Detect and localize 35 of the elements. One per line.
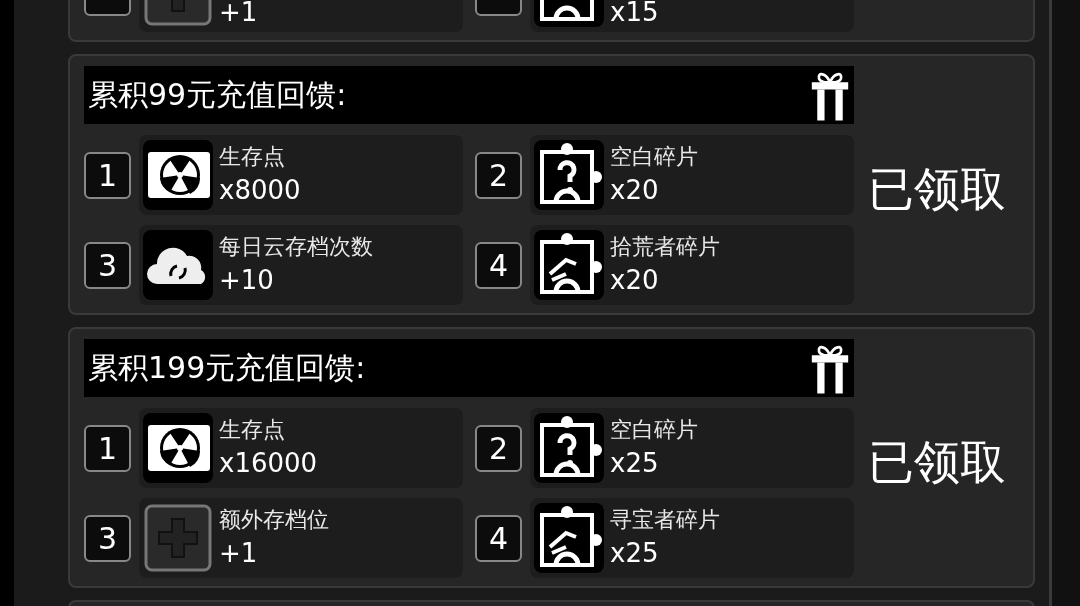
- item-name: 空白碎片: [610, 143, 698, 171]
- number-badge: 3: [84, 514, 131, 562]
- item-amount: x16000: [219, 447, 318, 480]
- puzzle-question-icon: [534, 413, 604, 483]
- number-badge: 4: [475, 514, 522, 562]
- item-name: 生存点: [219, 143, 286, 171]
- card-title: 累积99元充值回馈:: [88, 75, 347, 114]
- item-amount: x8000: [219, 174, 301, 207]
- claimed-status: 已领取: [866, 160, 1007, 218]
- radiation-icon: [143, 140, 213, 210]
- item-name: 生存点: [219, 416, 286, 444]
- item-name: 空白碎片: [610, 416, 698, 444]
- radiation-icon: [143, 413, 213, 483]
- number-badge: 4: [475, 241, 522, 289]
- item-amount: x25: [610, 537, 660, 570]
- item-amount: x15: [610, 0, 659, 26]
- item-amount: x20: [610, 264, 660, 297]
- item-name: 寻宝者碎片: [610, 506, 720, 534]
- item-amount: x20: [610, 174, 660, 207]
- number-badge: 2: [475, 424, 522, 472]
- claimed-status: 已领取: [866, 433, 1007, 491]
- item-name: 拾荒者碎片: [610, 233, 720, 261]
- number-badge: 1: [84, 151, 131, 199]
- item-amount: +10: [219, 264, 275, 297]
- card-title: 累积199元充值回馈:: [88, 348, 366, 387]
- item-amount: +1: [219, 537, 259, 570]
- item-name: 额外存档位: [219, 506, 329, 534]
- number-badge: 1: [84, 424, 131, 472]
- item-amount: x25: [610, 447, 660, 480]
- item-amount: +1: [219, 0, 258, 26]
- number-badge: 3: [84, 241, 131, 289]
- puzzle-question-icon: [534, 140, 604, 210]
- cloud-icon: [143, 230, 213, 300]
- number-badge: 2: [475, 151, 522, 199]
- item-name: 每日云存档次数: [219, 233, 373, 261]
